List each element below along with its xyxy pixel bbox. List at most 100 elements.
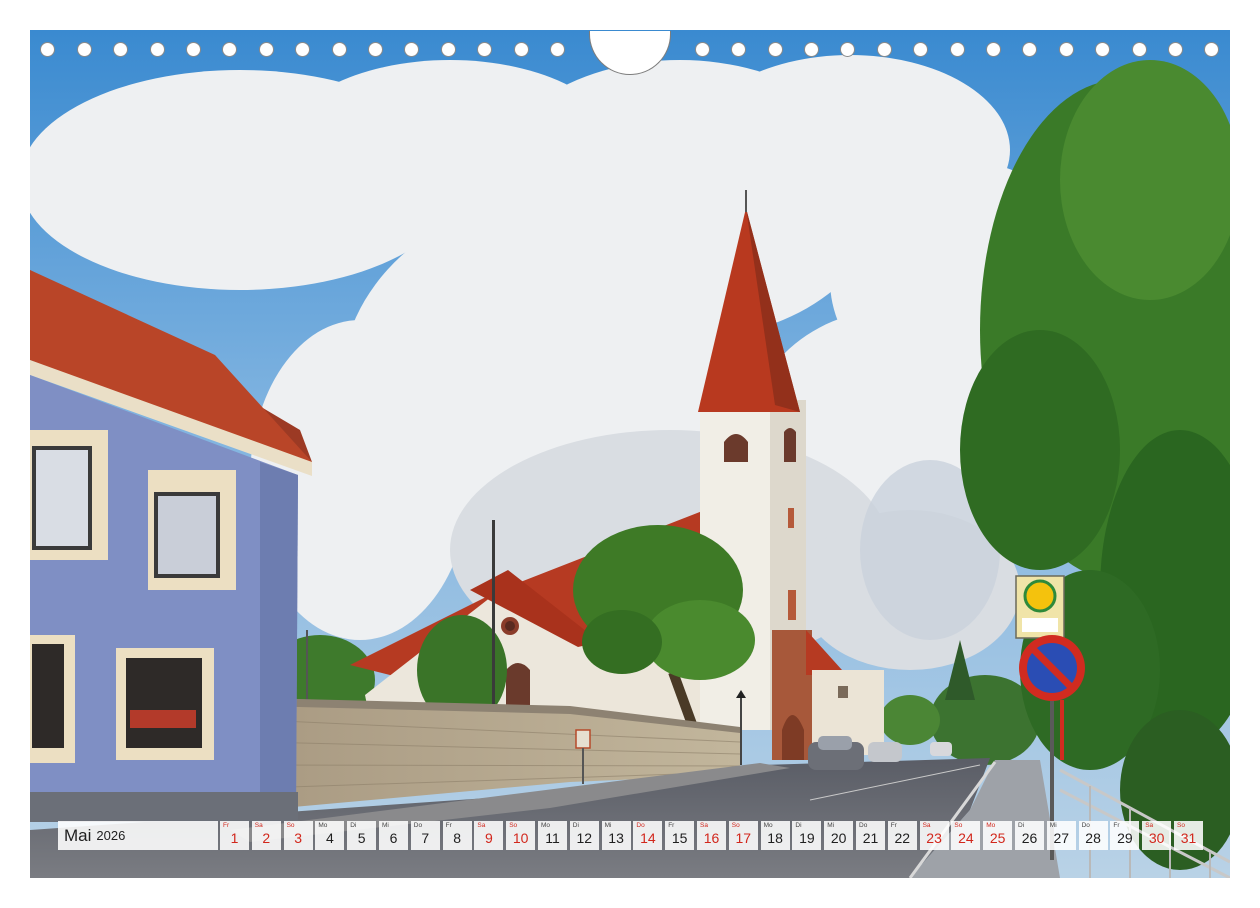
binding-hole [222, 42, 237, 57]
binding-hole [77, 42, 92, 57]
day-cell: So 10 [506, 821, 536, 850]
weekday-label: Fr [890, 822, 897, 829]
day-number: 4 [325, 830, 334, 846]
binding-hole [1132, 42, 1147, 57]
day-number: 8 [453, 830, 461, 846]
day-cell: Di 26 [1015, 821, 1044, 850]
day-number: 16 [703, 830, 720, 846]
weekday-label: So [954, 822, 963, 829]
binding-hole [259, 42, 274, 57]
day-number: 1 [230, 830, 239, 846]
day-number: 2 [262, 830, 271, 846]
weekday-label: Do [859, 822, 868, 829]
binding-hole [441, 42, 456, 57]
day-number: 23 [926, 830, 942, 846]
day-number: 22 [894, 830, 911, 846]
binding-hole [840, 42, 855, 57]
weekday-label: Mo [541, 822, 551, 829]
day-cell: Di 5 [347, 821, 377, 850]
weekday-label: Di [795, 822, 802, 829]
binding-hole [804, 42, 819, 57]
binding-hole [1095, 42, 1110, 57]
day-cell: So 3 [283, 821, 313, 850]
day-number: 26 [1021, 830, 1038, 846]
day-number: 27 [1053, 830, 1070, 846]
day-number: 18 [767, 830, 783, 846]
day-number: 9 [484, 830, 493, 846]
day-number: 15 [671, 830, 688, 846]
day-cell: Sa 30 [1142, 821, 1172, 850]
day-number: 10 [512, 830, 529, 846]
day-number: 17 [735, 830, 752, 846]
binding-hole [1168, 42, 1183, 57]
weekday-label: Mi [1049, 822, 1057, 829]
binding-hole [514, 42, 529, 57]
weekday-label: So [286, 822, 295, 829]
day-number: 29 [1117, 830, 1133, 846]
weekday-label: Sa [477, 822, 486, 829]
day-cell: Do 21 [856, 821, 885, 850]
day-cell: Do 28 [1078, 821, 1108, 850]
weekday-label: Sa [700, 822, 708, 829]
day-cell: Mo 11 [538, 821, 567, 850]
weekday-label: Do [1081, 822, 1090, 829]
binding-hole [913, 42, 928, 57]
month-year: 2026 [96, 828, 126, 843]
weekday-label: So [1177, 822, 1185, 829]
binding-hole [877, 42, 892, 57]
binding-hole [113, 42, 128, 57]
church-street-photo [30, 30, 1230, 878]
weekday-label: Mo [986, 822, 996, 829]
binding-hole [1059, 42, 1074, 57]
weekday-label: Fr [445, 822, 452, 829]
day-cell: Do 7 [410, 821, 440, 850]
binding-hole [40, 42, 55, 57]
weekday-label: Mo [763, 822, 773, 829]
day-cell: Di 12 [569, 821, 599, 850]
weekday-label: So [731, 822, 740, 829]
day-number: 21 [862, 830, 879, 846]
day-number: 30 [1148, 830, 1165, 846]
weekday-label: Mo [318, 822, 328, 829]
binding-hole [1022, 42, 1037, 57]
day-cell: Mo 18 [760, 821, 790, 850]
day-cell: So 24 [951, 821, 981, 850]
day-cell: Fr 29 [1110, 821, 1140, 850]
binding-hole [1204, 42, 1219, 57]
weekday-label: Mi [382, 822, 389, 829]
weekday-label: Fr [1113, 822, 1120, 829]
binding-hole [695, 42, 710, 57]
weekday-label: Sa [1145, 822, 1154, 829]
day-number: 28 [1085, 830, 1101, 846]
day-cell: Fr 1 [220, 821, 249, 850]
day-number: 19 [799, 830, 815, 846]
day-cell: Fr 22 [887, 821, 917, 850]
day-cell: Mi 13 [601, 821, 631, 850]
day-cell: So 17 [728, 821, 758, 850]
day-number: 7 [421, 830, 430, 846]
day-cell: Mo 25 [983, 821, 1013, 850]
day-number: 14 [640, 830, 656, 846]
weekday-label: Do [636, 822, 645, 829]
day-number: 25 [989, 830, 1006, 846]
day-number: 6 [389, 830, 398, 846]
weekday-label: Di [350, 822, 357, 829]
binding-hole [986, 42, 1001, 57]
weekday-label: Sa [922, 822, 931, 829]
weekday-label: Fr [223, 822, 230, 829]
binding-hole [550, 42, 565, 57]
day-number: 11 [545, 830, 560, 846]
day-number: 12 [576, 830, 593, 846]
weekday-label: Di [1018, 822, 1025, 829]
day-cell: Di 19 [792, 821, 822, 850]
day-number: 3 [294, 830, 302, 846]
month-label: Mai 2026 [58, 821, 218, 850]
month-name: Mai [64, 825, 92, 845]
day-number: 31 [1180, 830, 1197, 846]
day-cell: Sa 23 [919, 821, 949, 850]
day-number: 20 [830, 830, 847, 846]
day-cell: Mi 6 [379, 821, 408, 850]
day-cell: Fr 8 [442, 821, 472, 850]
binding-hole [186, 42, 201, 57]
calendar-strip: Mai 2026 Fr 1 Sa 2 So 3 Mo 4 Di 5 Mi 6 Do 7 Fr 8 Sa 9 So 10… [58, 821, 1204, 850]
